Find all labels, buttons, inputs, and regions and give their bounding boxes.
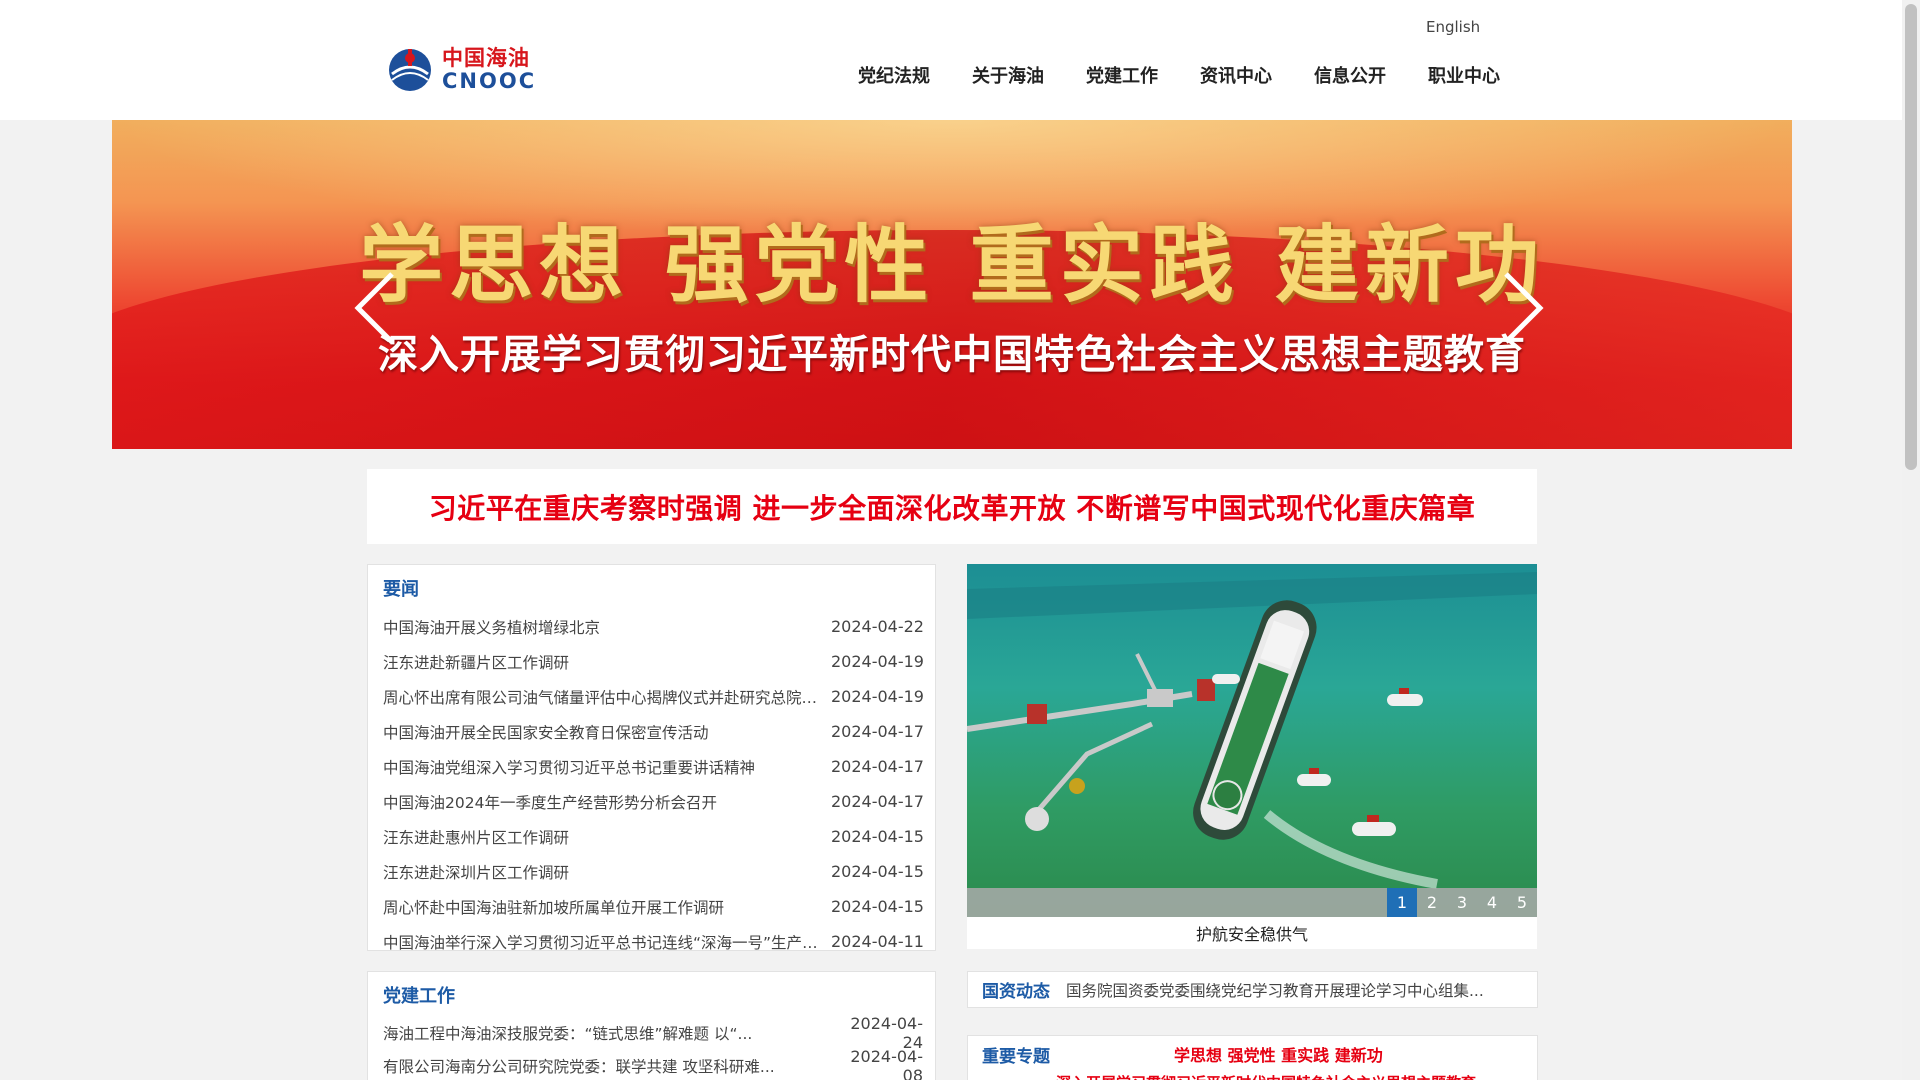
news-item[interactable]: 中国海油党组深入学习贯彻习近平总书记重要讲话精神 2024-04-17 xyxy=(383,749,924,784)
carousel-page-3[interactable]: 3 xyxy=(1447,888,1477,917)
logo-chinese-name: 中国海油 xyxy=(442,46,530,70)
cnooc-emblem-icon xyxy=(389,49,431,91)
english-language-link[interactable]: English xyxy=(1426,18,1480,36)
headline-link[interactable]: 习近平在重庆考察时强调 进一步全面深化改革开放 不断谱写中国式现代化重庆篇章 xyxy=(429,487,1476,527)
news-item[interactable]: 汪东进赴惠州片区工作调研 2024-04-15 xyxy=(383,819,924,854)
cnooc-logo[interactable]: 中国海油 CNOOC xyxy=(386,44,556,96)
party-work-list: 海油工程中海油深技服党委：“链式思维”解难题 以“... 2024-04-24 有… xyxy=(383,1014,923,1080)
sasac-news-bar: 国资动态 国务院国资委党委围绕党纪学习教育开展理论学习中心组集... xyxy=(967,971,1538,1008)
photo-carousel: 1 2 3 4 5 护航安全稳供气 xyxy=(967,564,1537,949)
special-topics-label[interactable]: 重要专题 xyxy=(982,1042,1050,1067)
news-item[interactable]: 中国海油开展全民国家安全教育日保密宣传活动 2024-04-17 xyxy=(383,714,924,749)
news-panel-title[interactable]: 要闻 xyxy=(383,575,419,601)
chevron-left-icon[interactable] xyxy=(350,268,400,348)
nav-about-cnooc[interactable]: 关于海油 xyxy=(972,62,1044,88)
headline-box: 习近平在重庆考察时强调 进一步全面深化改革开放 不断谱写中国式现代化重庆篇章 xyxy=(367,469,1537,544)
news-item[interactable]: 汪东进赴新疆片区工作调研 2024-04-19 xyxy=(383,644,924,679)
news-item[interactable]: 中国海油开展义务植树增绿北京 2024-04-22 xyxy=(383,609,924,644)
sasac-news-label[interactable]: 国资动态 xyxy=(982,977,1050,1002)
hero-banner[interactable]: 学思想 强党性 重实践 建新功 深入开展学习贯彻习近平新时代中国特色社会主义思想… xyxy=(112,120,1792,449)
carousel-page-1[interactable]: 1 xyxy=(1387,888,1417,917)
party-work-item[interactable]: 海油工程中海油深技服党委：“链式思维”解难题 以“... 2024-04-24 xyxy=(383,1014,923,1052)
party-work-title[interactable]: 党建工作 xyxy=(383,982,455,1008)
party-work-panel: 党建工作 海油工程中海油深技服党委：“链式思维”解难题 以“... 2024-04… xyxy=(367,971,936,1080)
news-item[interactable]: 周心怀出席有限公司油气储量评估中心揭牌仪式并赴研究总院调研 2024-04-19 xyxy=(383,679,924,714)
carousel-page-4[interactable]: 4 xyxy=(1477,888,1507,917)
news-list: 中国海油开展义务植树增绿北京 2024-04-22 汪东进赴新疆片区工作调研 202… xyxy=(383,609,924,959)
chevron-right-icon[interactable] xyxy=(1498,268,1548,348)
news-item[interactable]: 汪东进赴深圳片区工作调研 2024-04-15 xyxy=(383,854,924,889)
news-item[interactable]: 中国海油举行深入学习贯彻习近平总书记连线“深海一号”生产平台重要讲话精神座谈会2… xyxy=(383,924,924,959)
special-topics-panel: 重要专题 学思想 强党性 重实践 建新功 深入开展学习贯彻习近平新时代中国特色社… xyxy=(967,1035,1538,1080)
party-work-item[interactable]: 有限公司海南分公司研究院党委：联学共建 攻坚科研难... 2024-04-08 xyxy=(383,1047,923,1080)
carousel-pagination: 1 2 3 4 5 xyxy=(1387,888,1537,917)
carousel-page-2[interactable]: 2 xyxy=(1417,888,1447,917)
scrollbar-thumb[interactable] xyxy=(1905,4,1917,470)
tanker-terminal-illustration xyxy=(967,564,1537,917)
news-item[interactable]: 中国海油2024年一季度生产经营形势分析会召开 2024-04-17 xyxy=(383,784,924,819)
carousel-photo[interactable] xyxy=(967,564,1537,917)
carousel-caption[interactable]: 护航安全稳供气 xyxy=(967,921,1537,945)
nav-information-disclosure[interactable]: 信息公开 xyxy=(1314,62,1386,88)
news-item[interactable]: 周心怀赴中国海油驻新加坡所属单位开展工作调研 2024-04-15 xyxy=(383,889,924,924)
nav-party-rules[interactable]: 党纪法规 xyxy=(858,62,930,88)
nav-career-center[interactable]: 职业中心 xyxy=(1428,62,1500,88)
logo-english-name: CNOOC xyxy=(442,69,537,93)
site-header: English 中国海油 CNOOC 党纪法规 关于海油 党建工作 资讯中心 信… xyxy=(0,0,1920,120)
nav-news-center[interactable]: 资讯中心 xyxy=(1200,62,1272,88)
page-scrollbar[interactable] xyxy=(1902,0,1920,1080)
sasac-news-link[interactable]: 国务院国资委党委围绕党纪学习教育开展理论学习中心组集... xyxy=(1066,979,1496,1001)
topic-subtitle[interactable]: 深入开展学习贯彻习近平新时代中国特色社会主义思想主题教育 xyxy=(1056,1072,1476,1080)
nav-party-building[interactable]: 党建工作 xyxy=(1086,62,1158,88)
news-panel: 要闻 中国海油开展义务植树增绿北京 2024-04-22 汪东进赴新疆片区工作调研… xyxy=(367,564,936,952)
topic-title[interactable]: 学思想 强党性 重实践 建新功 xyxy=(1174,1042,1383,1066)
main-nav: 党纪法规 关于海油 党建工作 资讯中心 信息公开 职业中心 xyxy=(858,62,1542,88)
carousel-page-5[interactable]: 5 xyxy=(1507,888,1537,917)
